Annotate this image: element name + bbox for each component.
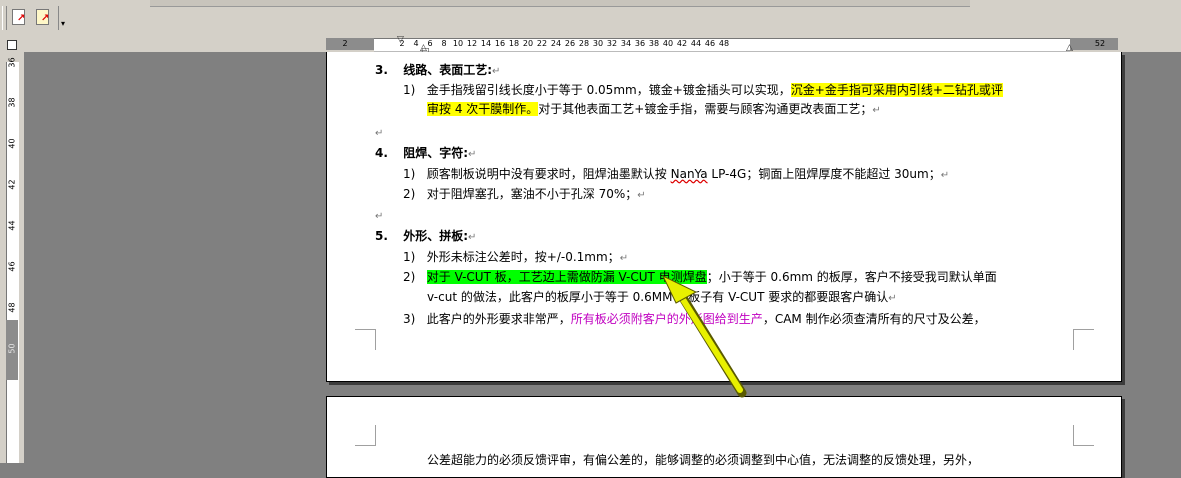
annotation-arrow-head bbox=[661, 274, 698, 304]
annotation-arrow bbox=[661, 274, 747, 398]
annotation-arrow-shaft bbox=[674, 287, 743, 393]
